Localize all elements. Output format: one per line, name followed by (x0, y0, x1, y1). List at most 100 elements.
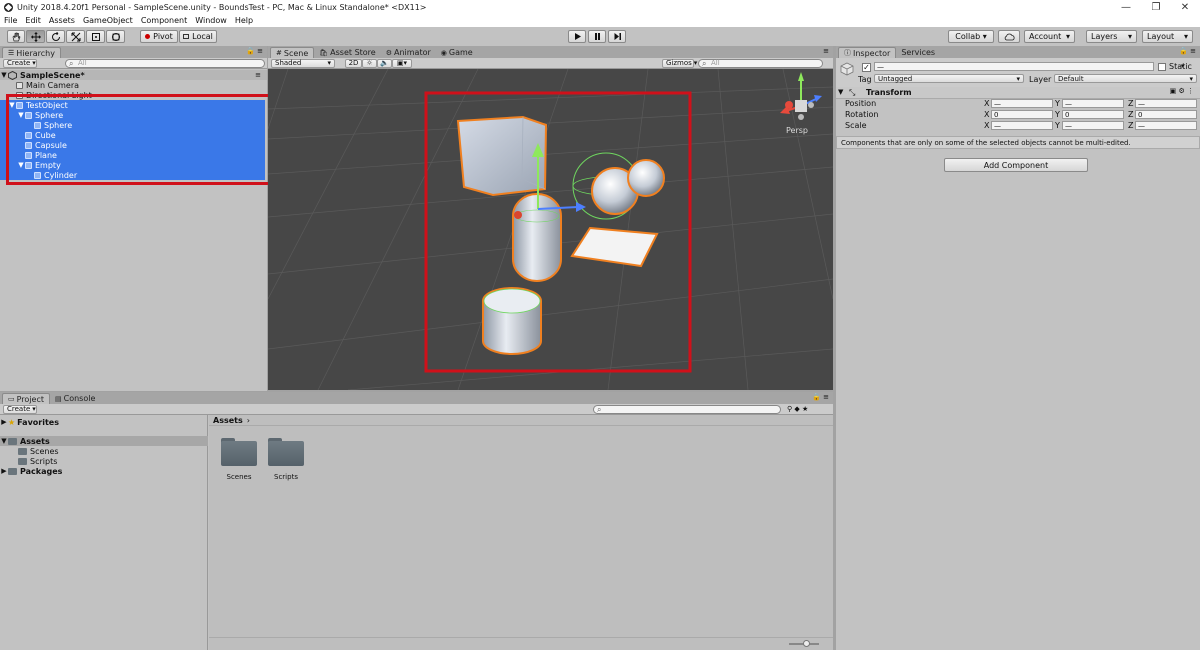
hierarchy-item[interactable]: ▼ TestObject (0, 100, 265, 110)
minimize-button[interactable]: — (1111, 0, 1141, 14)
tab-services[interactable]: Services (896, 47, 940, 58)
rect-tool-button[interactable] (86, 30, 105, 43)
perspective-label[interactable]: Persp (786, 126, 808, 135)
scene-root-row[interactable]: ▼ SampleScene* ≡ (0, 70, 267, 80)
panel-menu-icon[interactable]: 🔒 ≡ (1179, 47, 1196, 55)
layers-dropdown[interactable]: Layers ▾ (1086, 30, 1137, 43)
play-button[interactable] (568, 30, 586, 43)
favorites-row[interactable]: ▶ ★ Favorites (0, 417, 208, 427)
scene-menu-icon[interactable]: ≡ (255, 71, 261, 79)
effects-dropdown[interactable]: ▣▾ (392, 58, 412, 68)
cylinder-object[interactable] (482, 287, 542, 355)
menu-assets[interactable]: Assets (49, 16, 75, 25)
transform-z-input[interactable]: — (1135, 99, 1197, 108)
2d-toggle[interactable]: 2D (345, 58, 362, 68)
child-sphere-object[interactable] (627, 159, 665, 197)
tab-scene[interactable]: # Scene (270, 47, 315, 58)
hierarchy-search-input[interactable]: All (65, 58, 265, 69)
restore-button[interactable]: ❐ (1141, 0, 1171, 14)
menu-file[interactable]: File (4, 16, 17, 25)
plane-object[interactable] (570, 226, 659, 268)
hierarchy-item[interactable]: Directional Light (0, 90, 265, 100)
static-checkbox[interactable] (1158, 63, 1166, 71)
move-tool-button[interactable] (26, 30, 45, 43)
scene-viewport[interactable]: Persp (268, 69, 833, 390)
audio-toggle[interactable]: 🔈 (377, 58, 392, 68)
expand-arrow-icon[interactable]: ▼ (17, 161, 25, 169)
transform-y-input[interactable]: 0 (1062, 110, 1124, 119)
hierarchy-item[interactable]: Cube (0, 130, 265, 140)
tab-game[interactable]: ◉ Game (436, 47, 478, 58)
pause-button[interactable] (588, 30, 606, 43)
tab-console[interactable]: ▤ Console (50, 393, 100, 404)
tab-project[interactable]: ▭ Project (2, 393, 50, 404)
gameobject-name-input[interactable]: — (874, 62, 1154, 71)
assets-folder-row[interactable]: ▼ Assets (0, 436, 208, 446)
breadcrumb-assets[interactable]: Assets (213, 416, 243, 425)
scenes-folder-row[interactable]: Scenes (0, 446, 208, 456)
transform-y-input[interactable]: — (1062, 99, 1124, 108)
add-component-button[interactable]: Add Component (944, 158, 1088, 172)
hierarchy-item[interactable]: ▼ Empty (0, 160, 265, 170)
collab-dropdown[interactable]: Collab ▾ (948, 30, 994, 43)
tab-hierarchy[interactable]: ☰ Hierarchy (2, 47, 61, 58)
chevron-down-icon[interactable]: ▾ (1181, 62, 1185, 70)
hand-tool-button[interactable] (7, 30, 25, 43)
local-toggle[interactable]: Local (179, 30, 217, 43)
layer-dropdown[interactable]: Default ▾ (1054, 74, 1197, 83)
hierarchy-item[interactable]: Plane (0, 150, 265, 160)
rotate-tool-button[interactable] (46, 30, 65, 43)
menu-component[interactable]: Component (141, 16, 187, 25)
tab-asset-store[interactable]: 🛍 Asset Store (314, 47, 380, 58)
menu-window[interactable]: Window (195, 16, 227, 25)
transform-z-input[interactable]: 0 (1135, 110, 1197, 119)
transform-x-input[interactable]: 0 (991, 110, 1053, 119)
transform-y-input[interactable]: — (1062, 121, 1124, 130)
pivot-toggle[interactable]: Pivot (140, 30, 178, 43)
filter-icons[interactable]: ⚲ ◆ ★ (787, 405, 808, 413)
hierarchy-item[interactable]: Cylinder (0, 170, 265, 180)
hierarchy-item[interactable]: Sphere (0, 120, 265, 130)
transform-x-input[interactable]: — (991, 99, 1053, 108)
scene-search-input[interactable]: All (698, 58, 823, 69)
step-button[interactable] (608, 30, 626, 43)
expand-arrow-icon[interactable]: ▼ (8, 101, 16, 109)
hierarchy-item[interactable]: Main Camera (0, 80, 265, 90)
tab-inspector[interactable]: ⓘ Inspector (838, 47, 897, 58)
scenes-folder-icon[interactable] (221, 438, 257, 466)
shading-mode-dropdown[interactable]: Shaded ▾ (271, 58, 335, 68)
scripts-folder-icon[interactable] (268, 438, 304, 466)
scene-canvas[interactable] (268, 69, 833, 390)
transform-header[interactable]: ▼ ⤡ Transform ▣ ⚙ ⋮ (836, 87, 1200, 99)
menu-gameobject[interactable]: GameObject (83, 16, 133, 25)
packages-folder-row[interactable]: ▶ Packages (0, 466, 208, 476)
tab-animator[interactable]: ⚙ Animator (381, 47, 436, 58)
orientation-gizmo[interactable] (780, 72, 822, 120)
active-checkbox[interactable]: ✓ (862, 63, 871, 72)
layout-dropdown[interactable]: Layout ▾ (1142, 30, 1193, 43)
panel-menu-icon[interactable]: 🔒 ≡ (812, 393, 829, 401)
hierarchy-item[interactable]: ▼ Sphere (0, 110, 265, 120)
transform-tool-button[interactable] (106, 30, 125, 43)
hierarchy-item[interactable]: Capsule (0, 140, 265, 150)
cloud-button[interactable] (998, 30, 1020, 43)
scale-tool-button[interactable] (66, 30, 85, 43)
scripts-folder-row[interactable]: Scripts (0, 456, 208, 466)
menu-help[interactable]: Help (235, 16, 253, 25)
panel-menu-icon[interactable]: ≡ (823, 47, 829, 55)
transform-x-input[interactable]: — (991, 121, 1053, 130)
hierarchy-create-dropdown[interactable]: Create ▾ (3, 58, 37, 68)
tag-dropdown[interactable]: Untagged ▾ (874, 74, 1024, 83)
transform-z-input[interactable]: — (1135, 121, 1197, 130)
close-button[interactable]: ✕ (1170, 0, 1200, 14)
expand-arrow-icon[interactable]: ▼ (17, 111, 25, 119)
icon-size-slider-thumb[interactable] (803, 640, 810, 647)
project-search-input[interactable] (593, 404, 781, 415)
gizmos-dropdown[interactable]: Gizmos ▾ (662, 58, 697, 68)
menu-edit[interactable]: Edit (25, 16, 41, 25)
component-settings-icon[interactable]: ▣ ⚙ ⋮ (1170, 87, 1194, 95)
panel-menu-icon[interactable]: 🔒 ≡ (246, 47, 263, 55)
lighting-toggle[interactable]: ☼ (362, 58, 377, 68)
project-create-dropdown[interactable]: Create ▾ (3, 404, 37, 414)
account-dropdown[interactable]: Account ▾ (1024, 30, 1075, 43)
